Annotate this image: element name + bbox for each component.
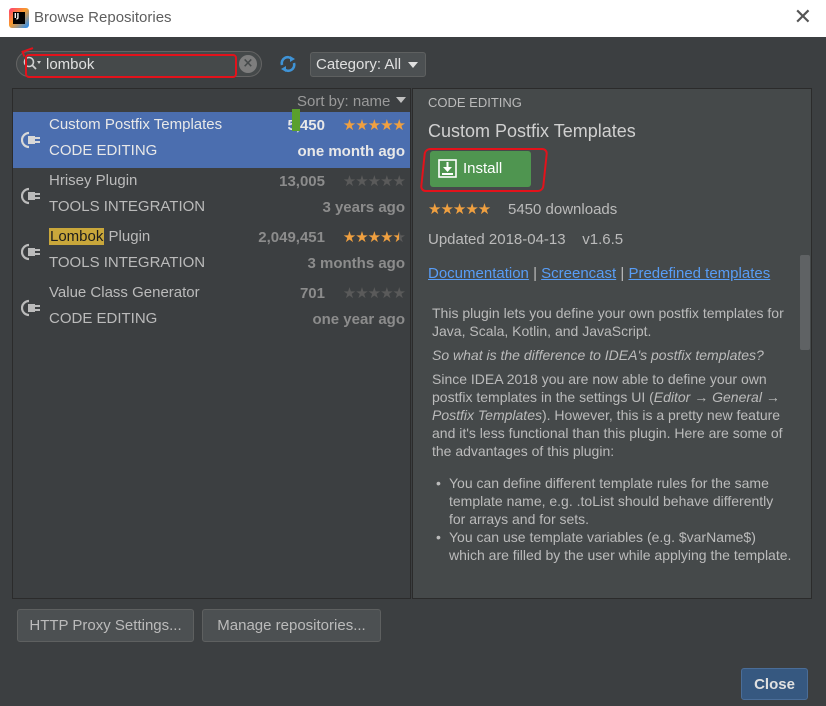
- title-bar: IJ Browse Repositories ✕: [0, 0, 826, 37]
- plugin-plug-icon: [21, 243, 40, 261]
- plugin-description: This plugin lets you define your own pos…: [432, 304, 792, 564]
- description-paragraph: Since IDEA 2018 you are now able to defi…: [432, 370, 792, 460]
- search-match-highlight: Lombok: [49, 228, 105, 245]
- manage-repositories-button[interactable]: Manage repositories...: [202, 609, 381, 642]
- description-question-text: So what is the difference to IDEA's post…: [432, 347, 764, 363]
- plugin-date: 3 years ago: [322, 199, 405, 216]
- description-paragraph: This plugin lets you define your own pos…: [432, 305, 784, 339]
- predefined-templates-link[interactable]: Predefined templates: [628, 265, 770, 282]
- plugin-name: Lombok Plugin: [49, 228, 150, 245]
- plugin-rating-stars: ★★★★★: [342, 228, 406, 246]
- chevron-down-icon: [408, 62, 418, 68]
- annotation-install-highlight: [419, 148, 549, 192]
- detail-version: v1.6.5: [582, 231, 624, 248]
- plugin-date: 3 months ago: [307, 255, 405, 272]
- link-separator: |: [620, 265, 625, 282]
- detail-category: CODE EDITING: [428, 95, 522, 110]
- plugin-list-item-custom-postfix-templates[interactable]: Custom Postfix Templates CODE EDITING 5,…: [13, 112, 410, 168]
- sort-by-dropdown[interactable]: Sort by: name: [297, 93, 390, 110]
- list-item: You can define different template rules …: [432, 474, 792, 528]
- plugin-rating-stars: ★★★★★: [342, 116, 406, 134]
- plugin-date: one month ago: [297, 143, 406, 160]
- plugin-plug-icon: [21, 187, 40, 205]
- plugin-downloads: 2,049,451: [258, 229, 325, 246]
- detail-links: Documentation | Screencast | Predefined …: [428, 265, 770, 282]
- detail-title: Custom Postfix Templates: [428, 121, 636, 141]
- advantages-list: You can define different template rules …: [432, 474, 792, 564]
- plugin-rating-stars: ★★★★★: [342, 172, 406, 190]
- detail-downloads: 5450 downloads: [508, 201, 618, 218]
- category-dropdown[interactable]: Category: All: [310, 52, 426, 77]
- detail-scrollbar[interactable]: [800, 255, 810, 350]
- category-label: Category: All: [316, 56, 402, 73]
- plugin-name: Value Class Generator: [49, 284, 200, 301]
- link-separator: |: [533, 265, 537, 282]
- sort-chevron-down-icon[interactable]: [396, 97, 406, 103]
- clear-search-icon[interactable]: ×: [239, 55, 257, 73]
- close-button[interactable]: Close: [741, 668, 808, 700]
- plugin-list-item-value-class-generator[interactable]: Value Class Generator CODE EDITING 701 ★…: [13, 280, 410, 336]
- plugin-plug-icon: [21, 131, 40, 149]
- detail-updated-date: Updated 2018-04-13: [428, 231, 566, 248]
- plugin-plug-icon: [21, 299, 40, 317]
- plugin-category: TOOLS INTEGRATION: [49, 198, 206, 215]
- plugin-downloads: 701: [299, 285, 325, 302]
- plugin-name-rest: Plugin: [104, 228, 151, 245]
- documentation-link[interactable]: Documentation: [428, 265, 529, 282]
- list-item: You can use template variables (e.g. $va…: [432, 528, 792, 564]
- close-window-icon[interactable]: ✕: [794, 7, 812, 29]
- plugin-category: CODE EDITING: [49, 142, 158, 159]
- detail-updated: Updated 2018-04-13 v1.6.5: [428, 231, 623, 248]
- rating-indicator-bar: [292, 109, 300, 131]
- plugin-rating-stars: ★★★★★: [342, 284, 406, 302]
- description-question: So what is the difference to IDEA's post…: [432, 346, 792, 364]
- app-icon-text: IJ: [13, 12, 25, 24]
- plugin-category: CODE EDITING: [49, 310, 158, 327]
- detail-rating-stars: ★★★★★: [428, 200, 491, 218]
- plugin-name: Custom Postfix Templates: [49, 116, 223, 133]
- plugin-category: TOOLS INTEGRATION: [49, 254, 206, 271]
- window-title: Browse Repositories: [34, 9, 172, 26]
- refresh-icon[interactable]: [277, 53, 299, 75]
- screencast-link[interactable]: Screencast: [541, 265, 616, 282]
- http-proxy-settings-button[interactable]: HTTP Proxy Settings...: [17, 609, 194, 642]
- plugin-name: Hrisey Plugin: [49, 172, 138, 189]
- plugin-date: one year ago: [312, 311, 405, 328]
- annotation-search-highlight: [25, 54, 237, 78]
- plugin-list-item-hrisey-plugin[interactable]: Hrisey Plugin TOOLS INTEGRATION 13,005 ★…: [13, 168, 410, 224]
- intellij-app-icon: IJ: [9, 8, 29, 28]
- plugin-downloads: 13,005: [279, 173, 325, 190]
- plugin-list-item-lombok-plugin[interactable]: Lombok Plugin TOOLS INTEGRATION 2,049,45…: [13, 224, 410, 280]
